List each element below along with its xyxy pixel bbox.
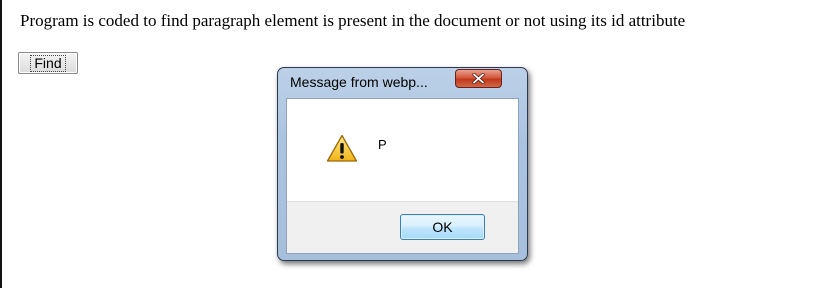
intro-text: Program is coded to find paragraph eleme… — [20, 11, 686, 30]
close-button[interactable] — [455, 69, 502, 88]
close-icon — [472, 73, 485, 84]
dialog-content: P OK — [286, 98, 519, 254]
ok-button[interactable]: OK — [400, 214, 485, 240]
warning-icon — [326, 134, 358, 162]
dialog-title: Message from webp... — [290, 74, 428, 90]
page-left-border — [0, 0, 2, 288]
alert-dialog: Message from webp... P OK — [277, 67, 528, 261]
dialog-button-bar: OK — [287, 201, 518, 253]
find-button[interactable]: Find — [18, 52, 78, 74]
dialog-message: P — [378, 137, 387, 152]
find-button-label: Find — [30, 54, 66, 72]
